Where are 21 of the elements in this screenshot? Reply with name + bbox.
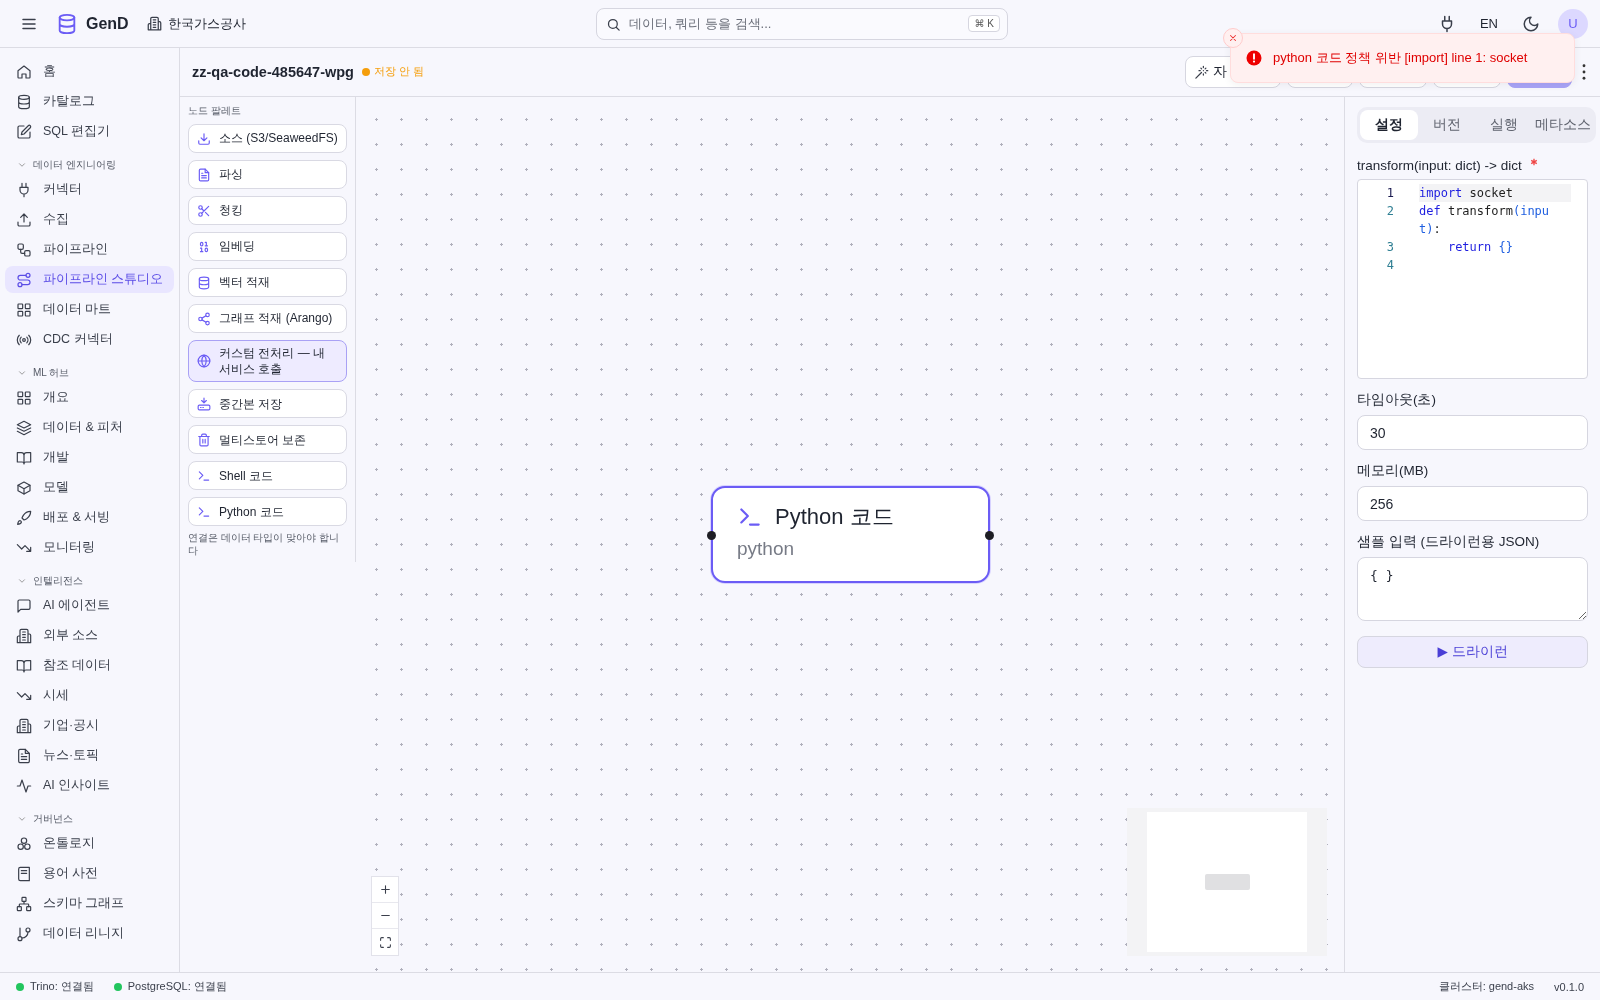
connection-status: Trino: 연결됨	[30, 979, 94, 994]
code-line: def transform(input):	[1419, 203, 1551, 238]
field-label: 메모리(MB)	[1357, 462, 1430, 480]
palette-title: 노드 팔레트	[188, 105, 242, 118]
code-line: return {}	[1446, 239, 1514, 256]
cluster-label: 클러스터: gend-aks	[1438, 979, 1535, 994]
line-number: 2	[1385, 203, 1394, 220]
field-label: 타임아웃(초)	[1357, 391, 1437, 409]
line-number: 3	[1385, 239, 1394, 256]
connection-status: PostgreSQL: 연결됨	[127, 979, 227, 994]
pipeline-title: zz-qa-code-485647-wpg	[192, 64, 354, 80]
node-title: Python 코드	[775, 503, 894, 531]
toast-message: python 코드 정책 위반 [import] line 1: socket	[1273, 49, 1528, 67]
palette-hint: 연결은 데이터 타입이 맞아야 합니다	[188, 532, 340, 559]
node-subtitle: python	[737, 538, 796, 560]
line-number: 4	[1385, 257, 1394, 274]
field-label: 샘플 입력 (드라이런용 JSON)	[1357, 533, 1541, 551]
version-label: v0.1.0	[1554, 980, 1584, 993]
field-label: transform(input: dict) -> dict	[1357, 158, 1588, 173]
line-number: 1	[1385, 185, 1394, 202]
unsaved-status: 저장 안 됨	[361, 65, 424, 79]
